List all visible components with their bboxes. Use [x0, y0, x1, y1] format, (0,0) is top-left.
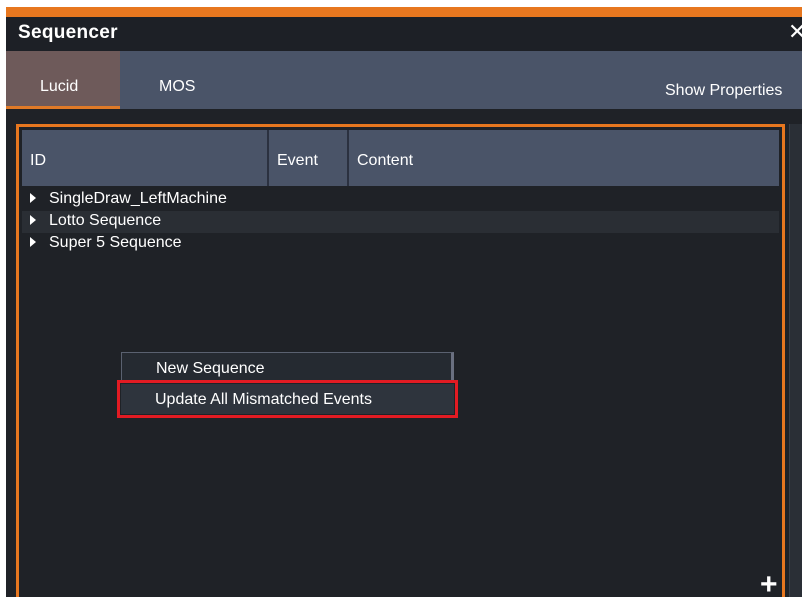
tab-bar: Lucid MOS Show Properties [6, 51, 802, 109]
sequencer-window: Sequencer ✕ Lucid MOS Show Properties ID… [6, 4, 802, 597]
expand-arrow-icon[interactable] [30, 193, 36, 203]
tab-lucid[interactable]: Lucid [6, 51, 120, 109]
column-header-content-label: Content [357, 152, 414, 169]
table-header: ID Event Content [22, 130, 779, 186]
column-header-content[interactable]: Content [349, 130, 779, 186]
table-row[interactable]: SingleDraw_LeftMachine [22, 189, 779, 211]
top-accent-bar [6, 4, 802, 17]
row-label: Lotto Sequence [49, 212, 162, 229]
tab-lucid-label: Lucid [40, 78, 79, 95]
column-header-id[interactable]: ID [22, 130, 269, 186]
right-side-panel-edge [789, 124, 802, 597]
tab-mos-label: MOS [159, 78, 196, 95]
close-icon[interactable]: ✕ [788, 20, 802, 45]
title-bar: Sequencer ✕ [6, 17, 802, 51]
column-header-event[interactable]: Event [269, 130, 349, 186]
expand-arrow-icon[interactable] [30, 237, 36, 247]
menu-item-update-all-mismatched-events[interactable]: Update All Mismatched Events [117, 380, 458, 418]
plus-icon[interactable]: + [760, 570, 778, 597]
context-menu: New Sequence Update All Mismatched Event… [117, 352, 458, 418]
row-label: Super 5 Sequence [49, 234, 182, 251]
show-properties-button[interactable]: Show Properties [665, 82, 782, 100]
row-label: SingleDraw_LeftMachine [49, 190, 227, 207]
menu-item-label: Update All Mismatched Events [155, 391, 372, 408]
table-row[interactable]: Lotto Sequence [22, 211, 779, 233]
column-header-event-label: Event [277, 152, 318, 169]
menu-item-label: New Sequence [156, 360, 265, 377]
menu-item-new-sequence[interactable]: New Sequence [121, 352, 454, 382]
window-title: Sequencer [18, 22, 118, 43]
table-row[interactable]: Super 5 Sequence [22, 233, 779, 255]
column-header-id-label: ID [30, 152, 46, 169]
expand-arrow-icon[interactable] [30, 215, 36, 225]
tab-mos[interactable]: MOS [120, 51, 220, 109]
